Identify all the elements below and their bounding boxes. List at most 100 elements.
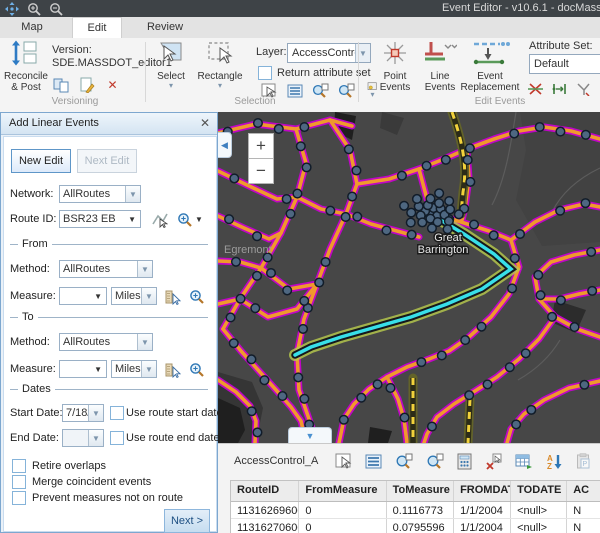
from-method-select[interactable]: AllRoutes ▼ (59, 260, 153, 278)
zoom-to-selection-icon[interactable] (312, 82, 329, 99)
end-date-arrow-icon[interactable]: ▼ (88, 430, 103, 446)
rectangle-button[interactable]: Rectangle ▾ (196, 40, 244, 90)
select-route-on-map-icon[interactable] (151, 211, 168, 228)
cell: <null> (511, 502, 567, 518)
use-route-end-checkbox[interactable] (110, 431, 124, 445)
table-row[interactable]: 11316270600 0 0.0795596 1/1/2004 <null> … (231, 519, 600, 533)
start-date-picker[interactable]: 7/18/ ▼ (62, 404, 104, 422)
table-list-icon[interactable] (365, 452, 382, 471)
prevent-measures-checkbox[interactable] (12, 491, 26, 505)
from-unit-arrow-icon[interactable]: ▼ (141, 288, 156, 304)
reconcile-post-button[interactable]: Reconcile & Post (4, 40, 48, 93)
point-events-label: Point Events (380, 71, 411, 93)
col-routeid[interactable]: RouteID (231, 481, 299, 501)
split-event-icon[interactable] (527, 80, 544, 97)
point-events-icon (372, 40, 418, 69)
svg-text:Egremont: Egremont (224, 244, 272, 256)
pan-to-selection-icon[interactable] (338, 82, 355, 99)
network-select-arrow-icon[interactable]: ▼ (125, 186, 140, 202)
retire-overlaps-row: Retire overlaps (12, 459, 106, 473)
select-button[interactable]: Select ▾ (150, 40, 192, 90)
refresh-version-icon[interactable] (52, 76, 69, 93)
tab-review[interactable]: Review (138, 17, 192, 37)
col-tomeasure[interactable]: ToMeasure (387, 481, 454, 501)
from-group-rule: From (10, 244, 208, 245)
snap-event-icon[interactable] (575, 80, 592, 97)
from-method-arrow-icon[interactable]: ▼ (137, 261, 152, 277)
table-collapse-handle[interactable]: ▼ (288, 427, 332, 443)
panel-collapse-left-handle[interactable]: ◀ (218, 132, 232, 158)
col-access[interactable]: AC (567, 481, 600, 501)
table-sort-icon[interactable]: AZ (546, 452, 563, 471)
to-method-arrow-icon[interactable]: ▼ (137, 334, 152, 350)
close-icon[interactable]: ✕ (200, 116, 210, 130)
line-events-button[interactable]: Line Events (420, 40, 460, 93)
route-zoom-caret-icon[interactable]: ▼ (195, 215, 203, 224)
to-method-label: Method: (10, 336, 50, 348)
table-delete-selected-icon[interactable] (485, 452, 502, 471)
use-route-start-checkbox[interactable] (110, 406, 124, 420)
versioning-tools: ✕ (52, 76, 121, 93)
to-measure-combo[interactable]: ▼ (59, 360, 107, 378)
route-zoom-icon[interactable] (176, 211, 193, 228)
next-edit-button[interactable]: Next Edit (77, 149, 137, 173)
tab-edit[interactable]: Edit (72, 17, 122, 39)
map-zoom-in-button[interactable]: + (248, 133, 274, 159)
select-icon (150, 40, 192, 69)
table-calculate-icon[interactable] (457, 452, 472, 471)
route-id-label: Route ID: (10, 213, 56, 225)
merge-coincident-checkbox[interactable] (12, 475, 26, 489)
measure-event-icon[interactable] (551, 80, 568, 97)
map-zoom-control: + − (248, 133, 274, 184)
pan-icon[interactable] (4, 1, 19, 16)
to-measure-on-map-icon[interactable] (164, 361, 181, 378)
start-date-arrow-icon[interactable]: ▼ (88, 405, 103, 421)
panel-title: Add Linear Events (9, 117, 99, 129)
col-frommeasure[interactable]: FromMeasure (299, 481, 386, 501)
to-unit-select[interactable]: Miles ▼ (111, 360, 157, 378)
map-zoom-out-button[interactable]: − (248, 158, 274, 184)
new-edit-button[interactable]: New Edit (11, 149, 71, 173)
table-zoom-selected-icon[interactable] (395, 452, 413, 471)
end-date-label: End Date: (10, 432, 59, 444)
end-date-picker[interactable]: ▼ (62, 429, 104, 447)
to-zoom-icon[interactable] (188, 361, 205, 378)
cell: 0.1116773 (387, 502, 454, 518)
ribbon-tabs: Map Edit Review (0, 17, 600, 39)
from-measure-row: Measure: ▼ Miles ▼ (4, 286, 216, 306)
new-version-icon[interactable] (78, 76, 95, 93)
route-id-combo[interactable]: BSR23 EB ▼ (59, 210, 141, 228)
table-add-records-icon[interactable] (515, 452, 533, 471)
return-attr-checkbox[interactable] (258, 66, 272, 80)
to-unit-arrow-icon[interactable]: ▼ (141, 361, 156, 377)
event-replacement-button[interactable]: Event Replacement (458, 40, 522, 93)
point-events-button[interactable]: Point Events (372, 40, 418, 93)
from-measure-combo[interactable]: ▼ (59, 287, 107, 305)
from-zoom-icon[interactable] (188, 288, 205, 305)
start-date-label: Start Date: (10, 407, 63, 419)
zoom-out-icon[interactable] (48, 1, 63, 16)
map-canvas[interactable]: EgremontGreatGreatBarringtonBarrington (218, 112, 600, 443)
col-todate[interactable]: TODATE (511, 481, 567, 501)
from-measure-on-map-icon[interactable] (164, 288, 181, 305)
event-replacement-icon (458, 40, 522, 69)
next-button[interactable]: Next > (164, 509, 210, 533)
from-unit-select[interactable]: Miles ▼ (111, 287, 157, 305)
table-paste-icon[interactable]: P (576, 452, 591, 471)
delete-version-icon[interactable]: ✕ (104, 76, 121, 93)
table-pan-selected-icon[interactable] (426, 452, 444, 471)
tab-map[interactable]: Map (8, 17, 56, 37)
from-method-label: Method: (10, 263, 50, 275)
map-view[interactable]: EgremontGreatGreatBarringtonBarrington ◀… (218, 112, 600, 443)
attribute-set-select[interactable]: Default (529, 54, 600, 74)
to-method-select[interactable]: AllRoutes ▼ (59, 333, 153, 351)
retire-overlaps-checkbox[interactable] (12, 459, 26, 473)
table-select-icon[interactable] (335, 452, 352, 471)
rectangle-select-icon (196, 40, 244, 69)
chevron-left-icon: ◀ (221, 140, 228, 151)
col-fromdate[interactable]: FROMDATE (454, 481, 511, 501)
table-row[interactable]: 11316269600 0 0.1116773 1/1/2004 <null> … (231, 502, 600, 519)
network-select[interactable]: AllRoutes ▼ (59, 185, 141, 203)
return-attr-label: Return attribute set (277, 67, 371, 79)
zoom-in-icon[interactable] (26, 1, 41, 16)
